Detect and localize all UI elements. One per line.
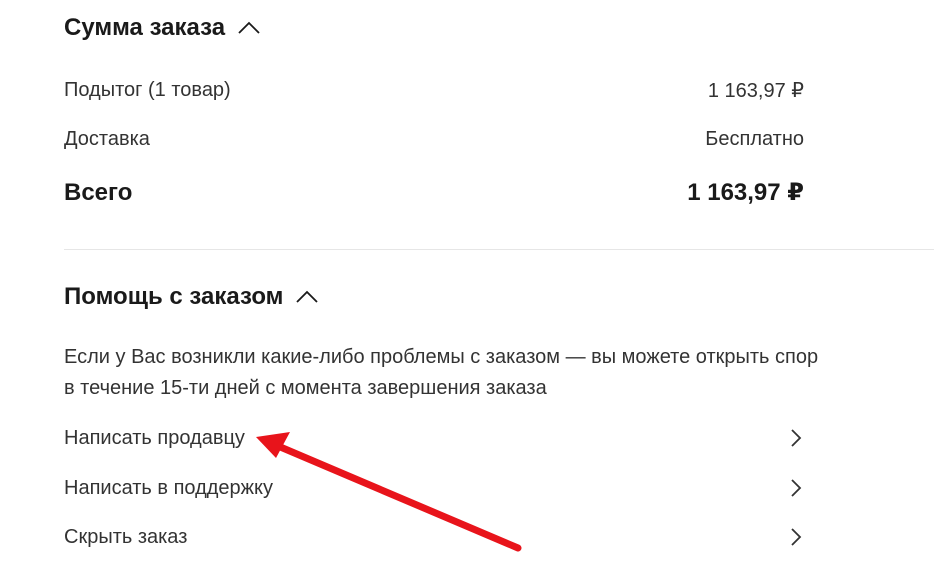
link-label: Написать продавцу <box>64 426 245 449</box>
total-label: Всего <box>64 178 133 206</box>
order-details-page: Сумма заказа Подытог (1 товар) 1 163,97 … <box>0 0 934 582</box>
chevron-right-icon <box>791 528 802 546</box>
total-row: Всего 1 163,97 ₽ <box>64 178 804 207</box>
delivery-row: Доставка Бесплатно <box>64 128 804 151</box>
subtotal-row: Подытог (1 товар) 1 163,97 ₽ <box>64 78 804 103</box>
delivery-label: Доставка <box>64 128 150 150</box>
write-to-seller-link[interactable]: Написать продавцу <box>64 423 804 453</box>
subtotal-label: Подытог (1 товар) <box>64 79 231 101</box>
hide-order-link[interactable]: Скрыть заказ <box>64 522 804 552</box>
link-label: Скрыть заказ <box>64 525 188 548</box>
section-divider <box>64 249 934 250</box>
link-label: Написать в поддержку <box>64 476 274 499</box>
chevron-up-icon <box>238 21 260 34</box>
delivery-value: Бесплатно <box>705 128 804 150</box>
write-to-support-link[interactable]: Написать в поддержку <box>64 473 804 503</box>
chevron-right-icon <box>791 479 802 497</box>
order-help-toggle[interactable]: Помощь с заказом <box>64 283 319 311</box>
order-summary-title: Сумма заказа <box>64 14 226 41</box>
total-value: 1 163,97 ₽ <box>687 179 804 206</box>
order-help-title: Помощь с заказом <box>64 283 284 310</box>
chevron-up-icon <box>296 290 319 303</box>
help-description: Если у Вас возникли какие-либо проблемы … <box>64 346 819 399</box>
chevron-right-icon <box>791 429 802 447</box>
order-summary-toggle[interactable]: Сумма заказа <box>64 14 261 42</box>
subtotal-value: 1 163,97 ₽ <box>707 80 804 102</box>
